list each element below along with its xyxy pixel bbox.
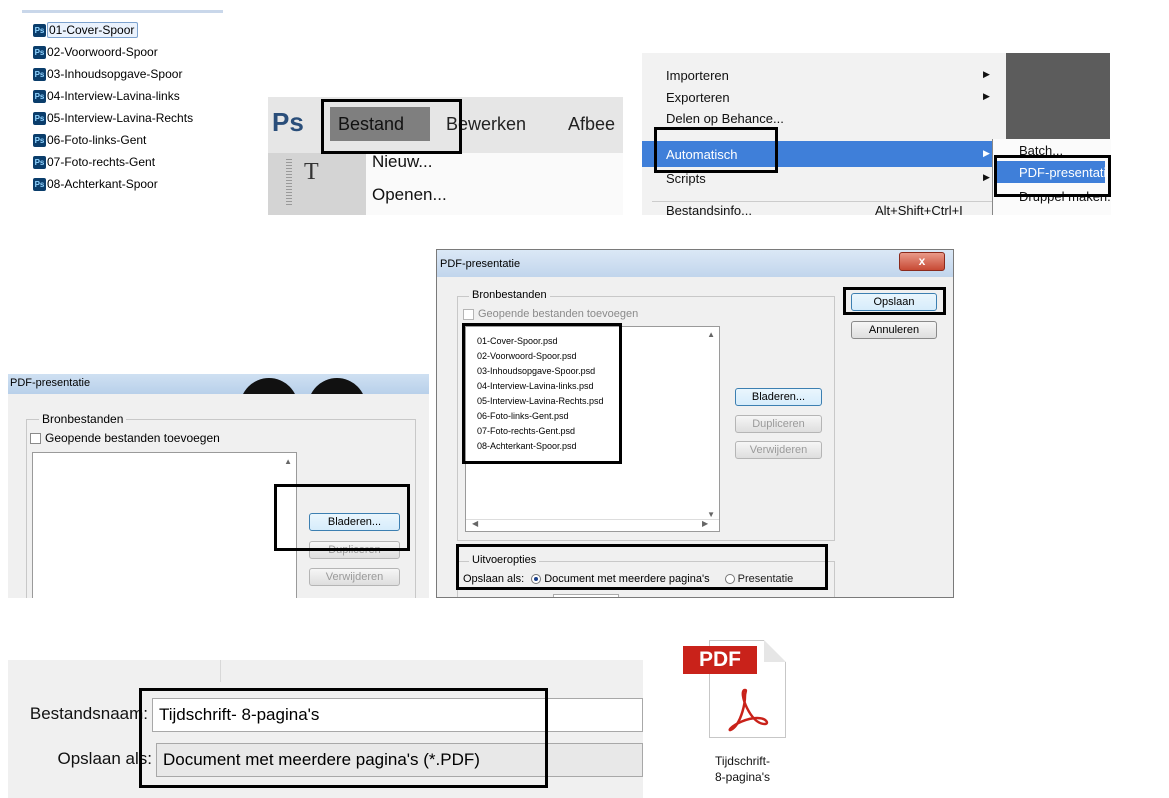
menu-item-scripts[interactable]: Scripts bbox=[666, 171, 706, 186]
close-icon[interactable]: x bbox=[899, 252, 945, 271]
group-label: Bronbestanden bbox=[469, 289, 550, 301]
save-as-row: Opslaan als: Document met meerdere pagin… bbox=[463, 573, 793, 585]
menu-item-openen[interactable]: Openen... bbox=[372, 185, 447, 205]
file-item[interactable]: Ps 06-Foto-links-Gent bbox=[33, 131, 146, 149]
menu-item-automatisch[interactable]: Automatisch bbox=[666, 147, 738, 162]
remove-button[interactable]: Verwijderen bbox=[309, 568, 400, 586]
file-item[interactable]: Ps 01-Cover-Spoor bbox=[33, 21, 139, 39]
photoshop-file-icon: Ps bbox=[33, 134, 46, 148]
scroll-up-icon[interactable]: ▲ bbox=[707, 330, 715, 339]
file-name-line1: Tijdschrift- bbox=[715, 754, 770, 768]
save-button[interactable]: Opslaan bbox=[851, 293, 937, 311]
shortcut-label: Alt+Shift+Ctrl+I bbox=[875, 203, 963, 215]
submenu-arrow-icon: ▶ bbox=[983, 69, 990, 79]
save-as-type-select[interactable]: Document met meerdere pagina's (*.PDF) bbox=[156, 743, 643, 777]
save-dialog: Bestandsnaam: Tijdschrift- 8-pagina's Op… bbox=[8, 660, 643, 798]
list-item[interactable]: 05-Interview-Lavina-Rechts.psd bbox=[477, 396, 604, 406]
file-item[interactable]: Ps 03-Inhoudsopgave-Spoor bbox=[33, 65, 182, 83]
option-document[interactable]: Document met meerdere pagina's bbox=[531, 573, 710, 585]
pdf-badge: PDF bbox=[683, 646, 757, 674]
scroll-left-icon[interactable]: ◀ bbox=[472, 519, 478, 528]
menu-separator bbox=[652, 201, 992, 202]
type-tool-icon[interactable]: T bbox=[304, 159, 319, 186]
dialog-title: PDF-presentatie bbox=[440, 258, 521, 270]
scroll-down-icon[interactable]: ▼ bbox=[707, 510, 715, 519]
file-item[interactable]: Ps 04-Interview-Lavina-links bbox=[33, 87, 180, 105]
divider bbox=[220, 660, 221, 682]
divider bbox=[22, 10, 223, 13]
pdf-dialog-filled: PDF-presentatie x Bronbestanden Geopende… bbox=[436, 249, 954, 598]
menu-item-druppel-maken[interactable]: Druppel maken... bbox=[1019, 189, 1111, 204]
duplicate-button[interactable]: Dupliceren bbox=[309, 541, 400, 559]
add-open-files-checkbox[interactable]: Geopende bestanden toevoegen bbox=[463, 308, 638, 320]
radio-selected-icon[interactable] bbox=[531, 574, 542, 585]
menu-item-batch[interactable]: Batch... bbox=[1019, 143, 1063, 158]
file-item[interactable]: Ps 08-Achterkant-Spoor bbox=[33, 175, 158, 193]
file-item[interactable]: Ps 02-Voorwoord-Spoor bbox=[33, 43, 158, 61]
browse-button[interactable]: Bladeren... bbox=[735, 388, 822, 406]
acrobat-logo-icon bbox=[728, 688, 769, 732]
menu-item-nieuw[interactable]: Nieuw... bbox=[372, 152, 432, 172]
checkbox-icon[interactable] bbox=[30, 433, 41, 445]
photoshop-file-icon: Ps bbox=[33, 46, 46, 60]
checkbox-icon[interactable] bbox=[463, 308, 474, 320]
group-label: Uitvoeropties bbox=[469, 554, 540, 566]
filename-label: Bestandsnaam: bbox=[29, 704, 148, 723]
file-list-panel: Ps 01-Cover-Spoor Ps 02-Voorwoord-Spoor Ps… bbox=[22, 10, 223, 215]
canvas-area bbox=[1000, 53, 1110, 139]
file-item[interactable]: Ps 07-Foto-rechts-Gent bbox=[33, 153, 155, 171]
list-item[interactable]: 08-Achterkant-Spoor.psd bbox=[477, 441, 577, 451]
scroll-right-icon[interactable]: ▶ bbox=[702, 519, 708, 528]
pdf-file[interactable]: PDF Tijdschrift- 8-pagina's bbox=[660, 634, 825, 798]
save-as-label: Opslaan als: bbox=[463, 573, 525, 585]
radio-icon[interactable] bbox=[724, 574, 735, 585]
group-label: Bronbestanden bbox=[39, 412, 127, 426]
photoshop-file-icon: Ps bbox=[33, 24, 46, 38]
save-as-type-label: Opslaan als: bbox=[57, 749, 153, 768]
add-open-files-checkbox[interactable]: Geopende bestanden toevoegen bbox=[30, 431, 220, 445]
submenu-arrow-icon: ▶ bbox=[983, 91, 990, 101]
option-presentatie[interactable]: Presentatie bbox=[724, 573, 793, 585]
list-item[interactable]: 06-Foto-links-Gent.psd bbox=[477, 411, 569, 421]
list-item[interactable]: 04-Interview-Lavina-links.psd bbox=[477, 381, 594, 391]
cancel-button[interactable]: Annuleren bbox=[851, 321, 937, 339]
menu-item-exporteren[interactable]: Exporteren bbox=[666, 90, 730, 105]
list-item[interactable]: 03-Inhoudsopgave-Spoor.psd bbox=[477, 366, 595, 376]
submenu-arrow-icon: ▶ bbox=[983, 148, 990, 158]
filename-field[interactable]: Tijdschrift- 8-pagina's bbox=[152, 698, 643, 732]
photoshop-file-icon: Ps bbox=[33, 112, 46, 126]
file-menu-panel: Importeren ▶ Exporteren ▶ Delen op Behan… bbox=[642, 53, 1006, 215]
browse-button[interactable]: Bladeren... bbox=[309, 513, 400, 531]
list-item[interactable]: 01-Cover-Spoor.psd bbox=[477, 336, 558, 346]
page-fold bbox=[764, 640, 786, 662]
photoshop-file-icon: Ps bbox=[33, 90, 46, 104]
photoshop-menubar-panel: Ps Bestand Bewerken Afbee T Nieuw... Ope… bbox=[268, 97, 623, 215]
menu-item-bestandsinfo[interactable]: Bestandsinfo... bbox=[666, 203, 752, 215]
menu-bewerken[interactable]: Bewerken bbox=[446, 114, 526, 135]
file-name-line2: 8-pagina's bbox=[715, 770, 770, 784]
scroll-up-icon[interactable]: ▲ bbox=[284, 457, 292, 466]
menu-afbeelding[interactable]: Afbee bbox=[568, 114, 615, 135]
list-item[interactable]: 07-Foto-rechts-Gent.psd bbox=[477, 426, 575, 436]
photoshop-file-icon: Ps bbox=[33, 178, 46, 192]
file-listbox[interactable]: ▲ bbox=[32, 452, 297, 598]
menu-item-importeren[interactable]: Importeren bbox=[666, 68, 729, 83]
automatisch-submenu: Batch... PDF-presentatie... Druppel make… bbox=[992, 139, 1111, 215]
menu-item-delen-op-behance[interactable]: Delen op Behance... bbox=[666, 111, 784, 126]
horizontal-scrollbar[interactable]: ◀ ▶ bbox=[466, 519, 719, 531]
pdf-dialog-empty: PDF-presentatie Bronbestanden Geopende b… bbox=[8, 374, 429, 598]
list-item[interactable]: 02-Voorwoord-Spoor.psd bbox=[477, 351, 577, 361]
menu-bestand[interactable]: Bestand bbox=[330, 107, 430, 141]
grip-handle[interactable] bbox=[286, 159, 292, 207]
photoshop-file-icon: Ps bbox=[33, 156, 46, 170]
dropdown-field[interactable] bbox=[553, 594, 619, 597]
submenu-arrow-icon: ▶ bbox=[983, 172, 990, 182]
remove-button[interactable]: Verwijderen bbox=[735, 441, 822, 459]
file-item[interactable]: Ps 05-Interview-Lavina-Rechts bbox=[33, 109, 193, 127]
duplicate-button[interactable]: Dupliceren bbox=[735, 415, 822, 433]
menu-item-pdf-presentatie[interactable]: PDF-presentatie... bbox=[1019, 165, 1111, 180]
photoshop-file-icon: Ps bbox=[33, 68, 46, 82]
photoshop-logo: Ps bbox=[272, 107, 304, 137]
